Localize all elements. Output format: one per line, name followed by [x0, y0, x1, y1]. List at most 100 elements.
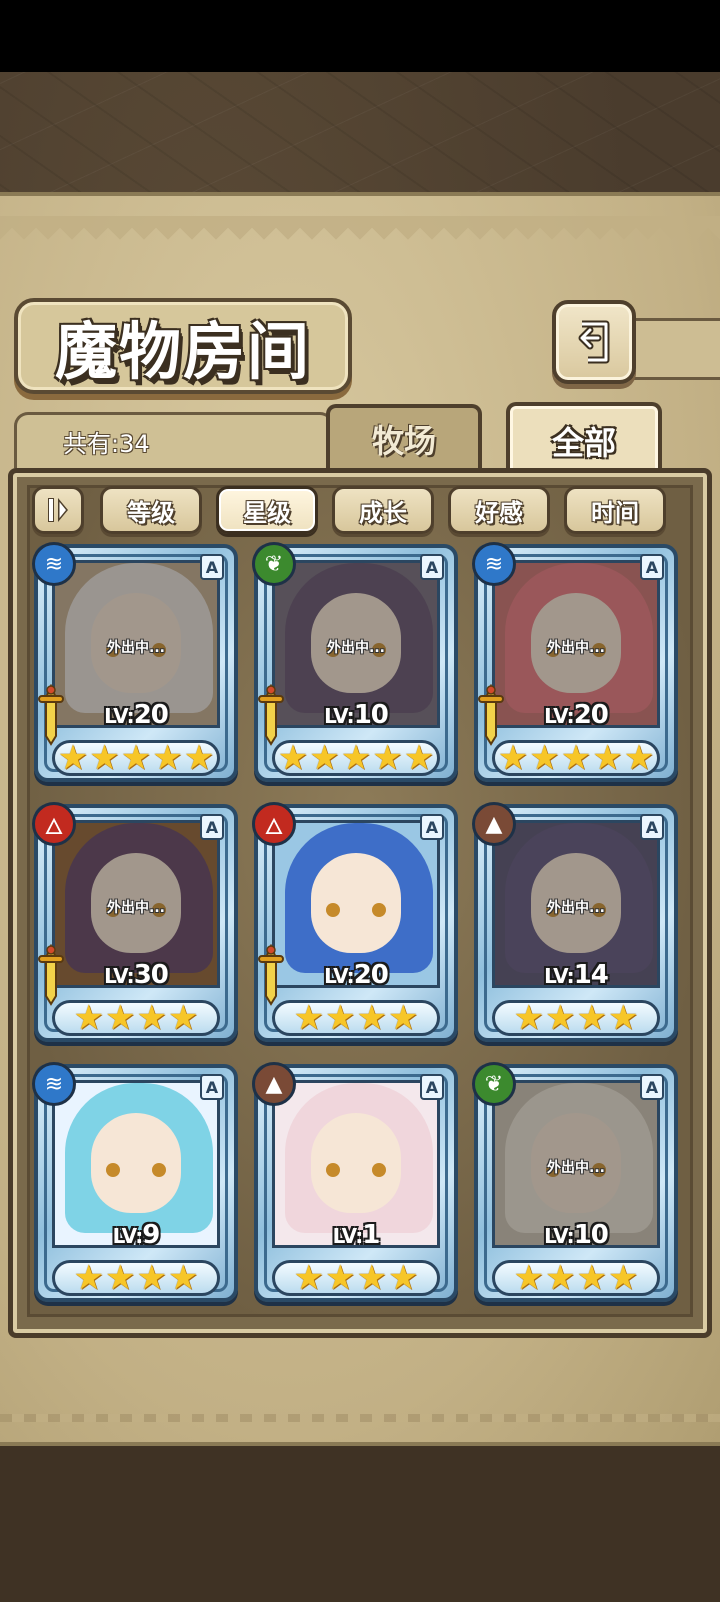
- monster-level: LV:9: [112, 1220, 161, 1250]
- mountain-icon: ▲: [472, 802, 516, 846]
- star-icon: ★: [623, 738, 655, 778]
- star-icon: ★: [513, 998, 545, 1038]
- star-icon: ★: [105, 1258, 136, 1298]
- flame-icon: 🜂: [32, 802, 76, 846]
- star-icon: ★: [607, 1258, 639, 1298]
- monster-level: LV:1: [332, 1220, 381, 1250]
- rank-badge: A: [420, 814, 444, 840]
- star-rating: ★ ★ ★ ★: [52, 1000, 220, 1036]
- star-icon: ★: [183, 738, 215, 778]
- tab-all[interactable]: 全部: [506, 402, 662, 476]
- water-waves-icon: ≋: [32, 1062, 76, 1106]
- title-plate: 魔物房间: [14, 298, 352, 394]
- monster-card[interactable]: 外出中... LV:14 ★ ★ ★ ★ ▲ A: [472, 802, 678, 1042]
- portrait-eyes: [326, 903, 386, 917]
- star-icon: ★: [73, 1258, 105, 1298]
- star-icon: ★: [387, 1258, 419, 1298]
- star-icon: ★: [607, 998, 639, 1038]
- away-status: 外出中...: [547, 900, 605, 916]
- monster-card[interactable]: 外出中... LV:10 ★ ★ ★ ★ ★ ❦ A: [252, 542, 458, 782]
- sword-icon: [258, 684, 284, 746]
- sort-order-toggle[interactable]: [32, 486, 84, 534]
- monster-card[interactable]: 外出中... LV:20 ★ ★ ★ ★ ★ ≋ A: [472, 542, 678, 782]
- rank-badge: A: [200, 554, 224, 580]
- star-icon: ★: [356, 1258, 387, 1298]
- star-rating: ★ ★ ★ ★ ★: [272, 740, 440, 776]
- rank-badge: A: [640, 1074, 664, 1100]
- monster-card[interactable]: LV:20 ★ ★ ★ ★ 🜂 A: [252, 802, 458, 1042]
- return-arrow-icon: [578, 320, 610, 364]
- star-icon: ★: [136, 1258, 167, 1298]
- star-rating: ★ ★ ★ ★ ★: [492, 740, 660, 776]
- away-status: 外出中...: [327, 640, 385, 656]
- star-icon: ★: [560, 738, 592, 778]
- page-title: 魔物房间: [54, 315, 311, 388]
- star-icon: ★: [309, 738, 340, 778]
- sort-growth-button[interactable]: 成长: [332, 486, 434, 534]
- star-icon: ★: [325, 998, 356, 1038]
- monster-level: LV:10: [544, 1220, 609, 1250]
- leaf-icon: ❦: [472, 1062, 516, 1106]
- monster-card[interactable]: 外出中... LV:10 ★ ★ ★ ★ ❦ A: [472, 1062, 678, 1302]
- flame-icon: 🜂: [252, 802, 296, 846]
- sword-icon: [38, 684, 64, 746]
- monster-card[interactable]: 外出中... LV:30 ★ ★ ★ ★ 🜂 A: [32, 802, 238, 1042]
- sort-level-button[interactable]: 等级: [100, 486, 202, 534]
- sword-icon: [258, 944, 284, 1006]
- water-waves-icon: ≋: [32, 542, 76, 586]
- portrait-eyes: [326, 1163, 386, 1177]
- star-icon: ★: [167, 1258, 199, 1298]
- star-icon: ★: [529, 738, 560, 778]
- sort-order-icon: [48, 498, 68, 522]
- star-rating: ★ ★ ★ ★ ★: [52, 740, 220, 776]
- monster-count-bar: 共有:34: [14, 412, 334, 468]
- away-status: 外出中...: [547, 1160, 605, 1176]
- monster-card[interactable]: 外出中... LV:20 ★ ★ ★ ★ ★ ≋ A: [32, 542, 238, 782]
- away-status: 外出中...: [107, 900, 165, 916]
- star-rating: ★ ★ ★ ★: [492, 1260, 660, 1296]
- star-icon: ★: [576, 1258, 607, 1298]
- star-icon: ★: [293, 998, 325, 1038]
- portrait-eyes: [106, 1163, 166, 1177]
- star-rating: ★ ★ ★ ★: [492, 1000, 660, 1036]
- star-icon: ★: [576, 998, 607, 1038]
- monster-card[interactable]: LV:9 ★ ★ ★ ★ ≋ A: [32, 1062, 238, 1302]
- water-waves-icon: ≋: [472, 542, 516, 586]
- star-icon: ★: [105, 998, 136, 1038]
- star-icon: ★: [152, 738, 183, 778]
- star-icon: ★: [73, 998, 105, 1038]
- away-status: 外出中...: [547, 640, 605, 656]
- sort-affection-button[interactable]: 好感: [448, 486, 550, 534]
- bottom-map-background: [0, 1446, 720, 1602]
- rank-badge: A: [200, 814, 224, 840]
- rank-badge: A: [640, 814, 664, 840]
- star-icon: ★: [513, 1258, 545, 1298]
- star-icon: ★: [387, 998, 419, 1038]
- star-icon: ★: [136, 998, 167, 1038]
- sort-time-button[interactable]: 时间: [564, 486, 666, 534]
- star-icon: ★: [356, 998, 387, 1038]
- monster-count: 共有:34: [63, 430, 150, 458]
- star-icon: ★: [325, 1258, 356, 1298]
- star-rating: ★ ★ ★ ★: [272, 1260, 440, 1296]
- rank-badge: A: [640, 554, 664, 580]
- star-rating: ★ ★ ★ ★: [272, 1000, 440, 1036]
- rank-badge: A: [420, 554, 444, 580]
- leaf-icon: ❦: [252, 542, 296, 586]
- star-icon: ★: [89, 738, 120, 778]
- away-status: 外出中...: [107, 640, 165, 656]
- star-icon: ★: [403, 738, 435, 778]
- star-icon: ★: [545, 998, 576, 1038]
- star-icon: ★: [592, 738, 623, 778]
- star-icon: ★: [372, 738, 403, 778]
- star-icon: ★: [545, 1258, 576, 1298]
- back-button[interactable]: [552, 300, 636, 384]
- sort-stars-button[interactable]: 星级: [216, 486, 318, 534]
- star-icon: ★: [340, 738, 372, 778]
- monster-card[interactable]: LV:1 ★ ★ ★ ★ ▲ A: [252, 1062, 458, 1302]
- star-icon: ★: [167, 998, 199, 1038]
- star-icon: ★: [293, 1258, 325, 1298]
- tab-ranch[interactable]: 牧场: [326, 404, 482, 470]
- rank-badge: A: [200, 1074, 224, 1100]
- sword-icon: [38, 944, 64, 1006]
